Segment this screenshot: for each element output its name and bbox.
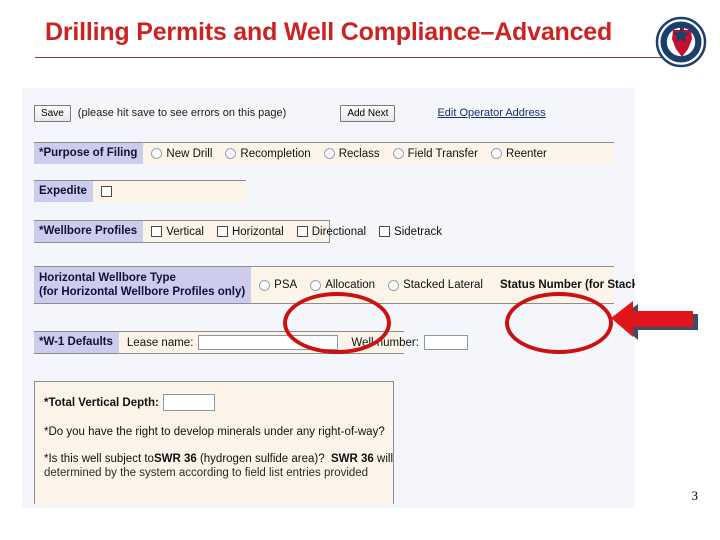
checkbox-icon[interactable] xyxy=(296,226,308,237)
swr36-text-c: (hydrogen sulfide area)? xyxy=(196,453,332,465)
expedite-row: Expedite xyxy=(34,180,246,202)
checkbox-sidetrack[interactable]: Sidetrack xyxy=(379,226,442,238)
checkbox-icon[interactable] xyxy=(151,226,163,237)
slide-page-number: 3 xyxy=(691,488,699,503)
radio-icon[interactable] xyxy=(151,148,163,159)
radio-stacked-lateral[interactable]: Stacked Lateral xyxy=(388,279,483,291)
horizontal-wellbore-type-label-line1: Horizontal Wellbore Type xyxy=(39,272,176,284)
radio-label: Field Transfer xyxy=(407,147,478,160)
radio-label: New Drill xyxy=(166,147,213,160)
drilling-permit-form-screenshot: Save (please hit save to see errors on t… xyxy=(22,88,635,508)
w1-defaults-fields: Lease name: Well number: xyxy=(119,332,476,353)
radio-icon[interactable] xyxy=(490,148,502,159)
total-vertical-depth-label: *Total Vertical Depth: xyxy=(44,396,159,409)
radio-label: Allocation xyxy=(325,279,376,291)
horizontal-wellbore-type-label-line2: (for Horizontal Wellbore Profiles only) xyxy=(39,286,246,298)
save-button[interactable]: Save xyxy=(34,104,71,122)
radio-label: Recompletion xyxy=(240,147,311,160)
radio-icon[interactable] xyxy=(310,279,322,291)
swr36-text-a: *Is this well subject to xyxy=(44,453,154,465)
page-title: Drilling Permits and Well Compliance–Adv… xyxy=(45,18,613,46)
purpose-of-filing-options: New Drill Recompletion Reclass Field Tra… xyxy=(143,143,554,164)
radio-reenter[interactable]: Reenter xyxy=(490,147,547,160)
wellbore-profiles-label: *Wellbore Profiles xyxy=(34,221,144,242)
radio-icon[interactable] xyxy=(323,148,335,159)
expedite-checkbox[interactable] xyxy=(100,186,112,197)
form-toolbar: Save (please hit save to see errors on t… xyxy=(34,100,614,126)
purpose-of-filing-label: *Purpose of Filing xyxy=(34,143,144,164)
right-of-way-question: *Do you have the right to develop minera… xyxy=(44,426,385,438)
radio-label: Reenter xyxy=(505,147,547,160)
radio-label: Stacked Lateral xyxy=(403,279,483,291)
radio-new-drill[interactable]: New Drill xyxy=(151,148,212,160)
checkbox-label: Vertical xyxy=(166,225,204,238)
radio-recompletion[interactable]: Recompletion xyxy=(225,147,311,160)
radio-icon[interactable] xyxy=(388,279,400,291)
total-vertical-depth-input[interactable] xyxy=(162,394,215,411)
radio-psa[interactable]: PSA xyxy=(259,279,297,291)
radio-allocation[interactable]: Allocation xyxy=(310,279,375,291)
title-divider xyxy=(35,57,690,58)
radio-icon[interactable] xyxy=(225,148,237,159)
horizontal-wellbore-type-label: Horizontal Wellbore Type (for Horizontal… xyxy=(34,267,252,303)
radio-icon[interactable] xyxy=(259,279,271,291)
add-next-button[interactable]: Add Next xyxy=(340,104,396,122)
checkbox-horizontal[interactable]: Horizontal xyxy=(216,225,284,238)
well-number-label: Well number: xyxy=(351,336,419,349)
right-of-way-question-row: *Do you have the right to develop minera… xyxy=(35,426,393,438)
wellbore-profiles-row: *Wellbore Profiles Vertical Horizontal D… xyxy=(34,220,442,243)
swr36-question-line2: determined by the system according to fi… xyxy=(44,467,369,479)
expedite-field xyxy=(93,181,124,202)
horizontal-wellbore-type-fields: PSA Allocation Stacked Lateral Status Nu… xyxy=(251,267,635,303)
expedite-label: Expedite xyxy=(34,181,93,202)
wellbore-profiles-options: Vertical Horizontal Directional Sidetrac… xyxy=(143,221,450,242)
w1-defaults-row: *W-1 Defaults Lease name: Well number: xyxy=(34,331,468,354)
radio-label: PSA xyxy=(274,279,298,291)
purpose-of-filing-row: *Purpose of Filing New Drill Recompletio… xyxy=(34,142,614,164)
annotation-arrow-icon xyxy=(608,297,700,341)
radio-field-transfer[interactable]: Field Transfer xyxy=(392,147,478,160)
swr36-question-line1: *Is this well subject to SWR 36 (hydroge… xyxy=(35,453,393,465)
checkbox-directional[interactable]: Directional xyxy=(296,225,367,238)
radio-reclass[interactable]: Reclass xyxy=(323,147,380,160)
w1-defaults-label: *W-1 Defaults xyxy=(34,332,119,353)
checkbox-icon[interactable] xyxy=(379,226,391,237)
swr36-text-d: SWR 36 xyxy=(331,453,374,465)
status-number-label: Status Number (for Stacked Lateral only) xyxy=(499,279,635,291)
edit-operator-address-link[interactable]: Edit Operator Address xyxy=(437,107,545,119)
radio-icon[interactable] xyxy=(392,148,404,159)
checkbox-label: Sidetrack xyxy=(394,225,442,238)
well-details-panel: *Total Vertical Depth: *Do you have the … xyxy=(34,381,394,504)
texas-railroad-commission-seal-logo xyxy=(655,16,707,68)
swr36-text-b: SWR 36 xyxy=(153,453,197,465)
lease-name-input[interactable] xyxy=(198,335,339,350)
checkbox-label: Directional xyxy=(311,225,367,238)
swr36-text-e: will automatically be xyxy=(377,453,394,465)
radio-label: Reclass xyxy=(338,147,380,160)
checkbox-vertical[interactable]: Vertical xyxy=(151,226,204,238)
horizontal-wellbore-type-row: Horizontal Wellbore Type (for Horizontal… xyxy=(34,266,635,304)
well-number-input[interactable] xyxy=(423,335,468,350)
save-note: (please hit save to see errors on this p… xyxy=(77,107,287,119)
lease-name-label: Lease name: xyxy=(126,336,194,349)
total-vertical-depth-field: *Total Vertical Depth: xyxy=(35,393,393,412)
checkbox-label: Horizontal xyxy=(231,225,284,238)
checkbox-icon[interactable] xyxy=(216,226,228,237)
